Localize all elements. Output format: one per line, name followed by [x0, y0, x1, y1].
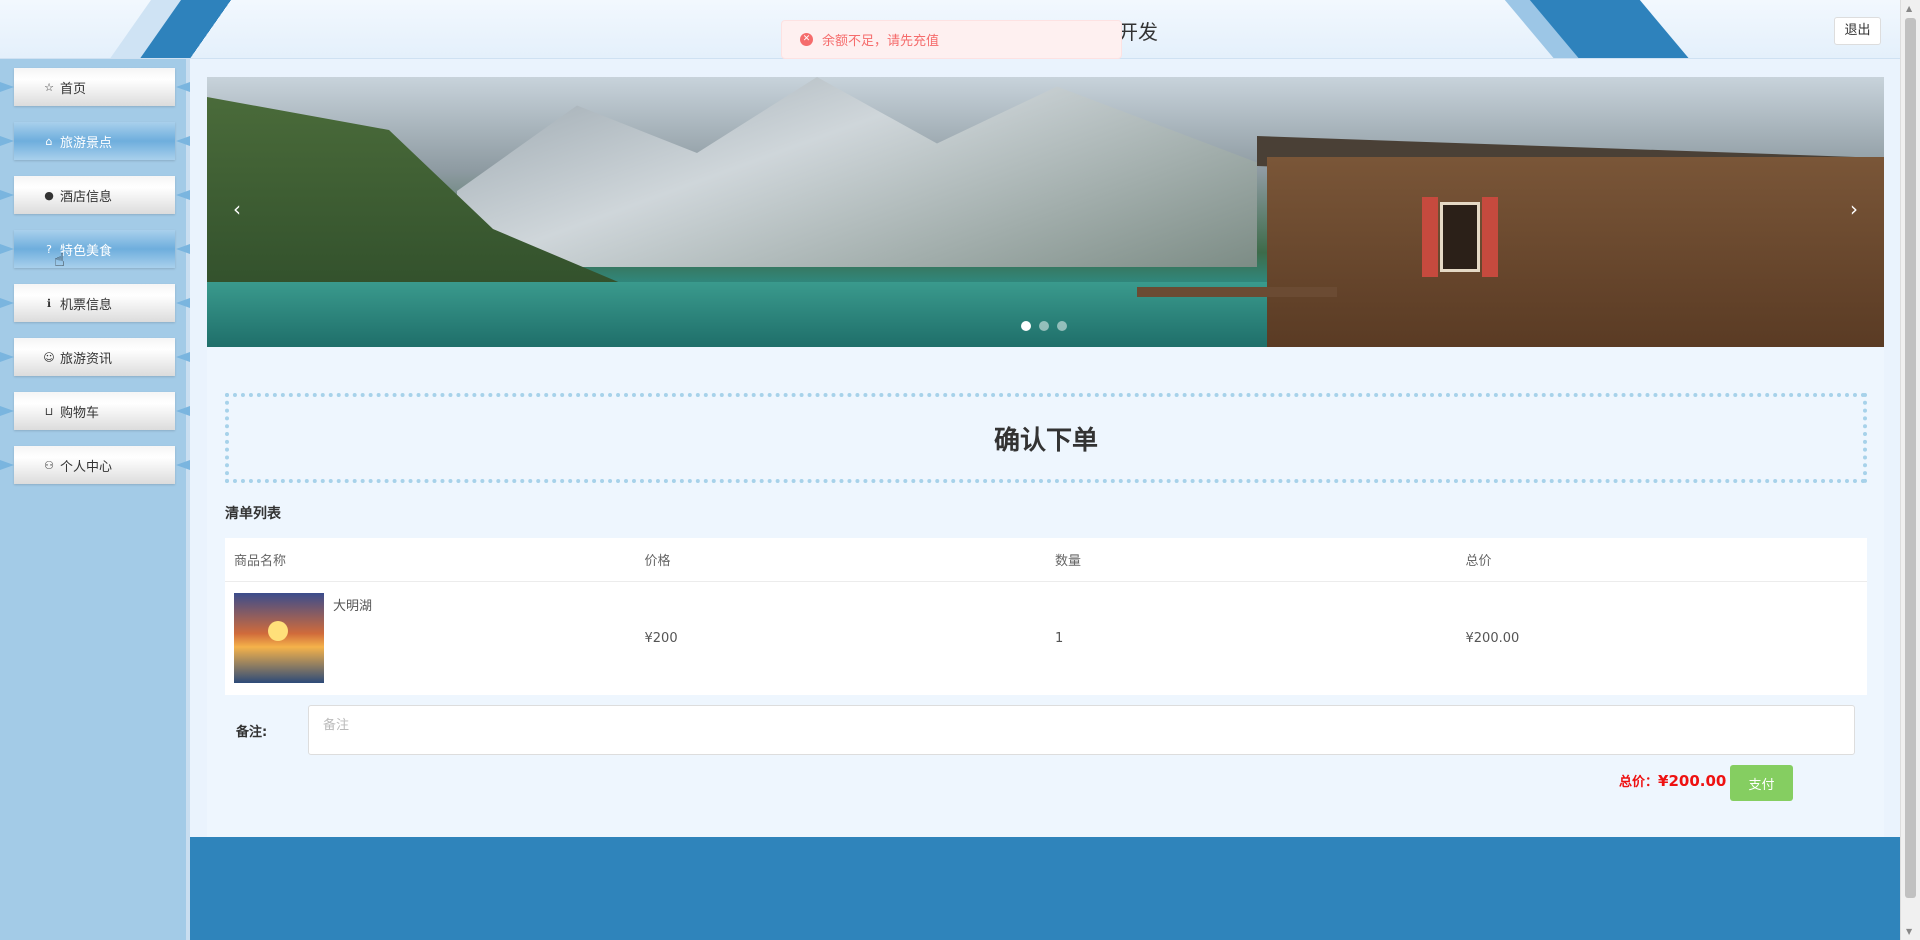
carousel-dot[interactable]: [1039, 321, 1049, 331]
tab-notch: [176, 190, 190, 200]
product-thumbnail[interactable]: [234, 593, 324, 683]
cart-icon: ⊔: [44, 404, 54, 418]
sidebar-tab[interactable]: ● 酒店信息: [14, 176, 175, 214]
sidebar-item-food[interactable]: ? 特色美食: [0, 226, 190, 272]
carousel-indicators: [1021, 321, 1067, 331]
column-header: 商品名称: [234, 554, 287, 569]
sidebar-tab[interactable]: ℹ 机票信息: [14, 284, 175, 322]
sidebar-item-profile[interactable]: ⚇ 个人中心: [0, 442, 190, 488]
carousel-prev-icon[interactable]: ‹: [222, 197, 252, 221]
sidebar-tab[interactable]: ⌂ 旅游景点: [14, 122, 175, 160]
carousel-next-icon[interactable]: ›: [1839, 197, 1869, 221]
tab-notch: [176, 406, 190, 416]
price-cell: ¥200: [644, 630, 678, 646]
info-icon: ℹ: [46, 296, 52, 310]
banner-shutter: [1482, 197, 1498, 277]
sidebar-item-hotels[interactable]: ● 酒店信息: [0, 172, 190, 218]
site-title: 开发: [1118, 20, 1158, 44]
sidebar-tab[interactable]: ☺ 旅游资讯: [14, 338, 175, 376]
product-info: 大明湖: [234, 593, 636, 683]
lock-icon: ⌂: [45, 134, 53, 148]
column-header: 总价: [1465, 554, 1492, 569]
banner-cabin: [1267, 157, 1884, 347]
pay-button[interactable]: 支付: [1730, 765, 1793, 801]
sidebar-tab[interactable]: ⚇ 个人中心: [14, 446, 175, 484]
star-icon: ☆: [44, 80, 54, 94]
table-header: 商品名称 价格 数量 总价: [225, 538, 1867, 582]
remark-label: 备注:: [236, 725, 268, 740]
sidebar-tab[interactable]: ⊔ 购物车: [14, 392, 175, 430]
mouse-cursor-icon: ☝: [54, 250, 65, 271]
toast-message: 余额不足，请先充值: [822, 34, 940, 49]
sidebar-item-label: 旅游资讯: [60, 351, 113, 367]
sidebar-item-label: 购物车: [60, 405, 100, 421]
footer: [190, 837, 1900, 940]
product-name: 大明湖: [333, 599, 373, 614]
tab-notch: [0, 352, 14, 362]
table-row: 大明湖 ¥200 1 ¥200.00: [225, 582, 1867, 694]
sidebar-item-label: 旅游景点: [60, 135, 113, 151]
error-toast: ✕ 余额不足，请先充值: [781, 20, 1122, 59]
carousel-dot[interactable]: [1021, 321, 1031, 331]
sidebar-item-label: 机票信息: [60, 297, 113, 313]
sidebar-item-flights[interactable]: ℹ 机票信息: [0, 280, 190, 326]
tab-notch: [0, 406, 14, 416]
list-label: 清单列表: [225, 506, 281, 522]
sidebar-item-news[interactable]: ☺ 旅游资讯: [0, 334, 190, 380]
banner-deck: [1137, 287, 1337, 297]
main-content: ‹ › 确认下单 清单列表 商品名称 价格 数量 总价 大明湖 ¥200 1 ¥…: [207, 77, 1884, 837]
sidebar-tab[interactable]: ☆ 首页: [14, 68, 175, 106]
page-title-box: 确认下单: [225, 393, 1867, 483]
sidebar-item-label: 酒店信息: [60, 189, 113, 205]
total-cell: ¥200.00: [1465, 630, 1520, 646]
remark-input[interactable]: [308, 705, 1855, 755]
tab-notch: [176, 352, 190, 362]
tab-notch: [176, 460, 190, 470]
banner-window: [1440, 202, 1480, 272]
carousel-dot[interactable]: [1057, 321, 1067, 331]
tab-notch: [0, 460, 14, 470]
scrollbar-thumb[interactable]: [1905, 18, 1916, 898]
sidebar-item-label: 特色美食: [60, 243, 113, 259]
smile-icon: ☺: [43, 350, 55, 364]
sidebar-item-label: 首页: [60, 81, 87, 97]
sidebar-item-label: 个人中心: [60, 459, 113, 475]
total-amount: ¥200.00: [1658, 772, 1727, 790]
tab-notch: [0, 298, 14, 308]
scroll-down-icon[interactable]: ▼: [1906, 927, 1912, 936]
sidebar-item-attractions[interactable]: ⌂ 旅游景点: [0, 118, 190, 164]
sidebar: ☆ 首页 ⌂ 旅游景点 ● 酒店信息 ? 特色美食 ℹ 机票信息 ☺ 旅游资讯 ⊔ 购物车 ⚇…: [0, 59, 190, 940]
tab-notch: [176, 244, 190, 254]
close-circle-icon: ✕: [800, 33, 813, 46]
total-label: 总价：: [1619, 775, 1659, 790]
product-cell: 大明湖: [225, 593, 636, 683]
page-scrollbar[interactable]: ▲ ▼: [1900, 0, 1920, 940]
order-table: 商品名称 价格 数量 总价 大明湖 ¥200 1 ¥200.00: [225, 538, 1867, 695]
tab-notch: [176, 82, 190, 92]
tab-notch: [0, 82, 14, 92]
alert-icon: ●: [44, 188, 54, 202]
banner-carousel[interactable]: ‹ ›: [207, 77, 1884, 347]
quantity-cell: 1: [1055, 630, 1064, 646]
logout-button[interactable]: 退出: [1834, 17, 1881, 45]
column-header: 数量: [1055, 554, 1082, 569]
column-header: 价格: [644, 554, 671, 569]
sidebar-tab[interactable]: ? 特色美食: [14, 230, 175, 268]
tab-notch: [176, 298, 190, 308]
banner-mountains: [457, 77, 1257, 267]
tab-notch: [0, 244, 14, 254]
tab-notch: [0, 190, 14, 200]
banner-shutter: [1422, 197, 1438, 277]
sidebar-item-cart[interactable]: ⊔ 购物车: [0, 388, 190, 434]
tab-notch: [0, 136, 14, 146]
sidebar-item-home[interactable]: ☆ 首页: [0, 64, 190, 110]
tab-notch: [176, 136, 190, 146]
scroll-up-icon[interactable]: ▲: [1906, 4, 1912, 13]
user-icon: ⚇: [44, 458, 54, 472]
page-title: 确认下单: [993, 425, 1098, 456]
order-total: 总价：¥200.00: [1619, 771, 1726, 790]
